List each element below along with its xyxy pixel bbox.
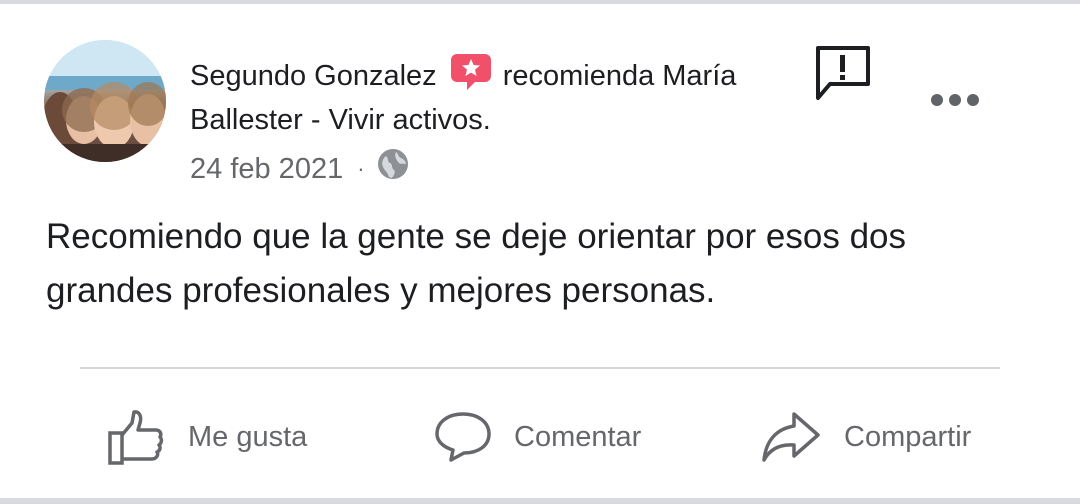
like-label: Me gusta: [188, 420, 308, 453]
like-button[interactable]: Me gusta: [106, 402, 307, 472]
comment-icon: [435, 412, 491, 462]
share-label: Compartir: [844, 420, 972, 453]
thumbs-up-icon: [108, 410, 164, 465]
page-name[interactable]: Ballester - Vivir activos.: [190, 102, 491, 138]
share-button[interactable]: Compartir: [760, 402, 971, 472]
divider: [80, 367, 1000, 369]
bottom-border: [0, 498, 1080, 504]
author-name[interactable]: Segundo Gonzalez: [190, 60, 437, 92]
comment-label: Comentar: [514, 420, 642, 453]
avatar[interactable]: [44, 40, 166, 162]
recommendation-star-icon: [449, 50, 493, 94]
report-icon[interactable]: [812, 42, 874, 104]
post-header-line: Segundo Gonzalez recomienda María: [190, 54, 737, 94]
post-date[interactable]: 24 feb 2021: [190, 151, 343, 187]
meta-separator: ·: [357, 155, 365, 181]
top-border: [0, 0, 1080, 4]
post-body: Recomiendo que la gente se deje orientar…: [46, 217, 906, 310]
action-text: recomienda María: [502, 60, 737, 92]
share-arrow-icon: [762, 412, 820, 462]
comment-button[interactable]: Comentar: [434, 402, 641, 472]
globe-icon: [377, 148, 409, 189]
more-options-icon[interactable]: [930, 90, 980, 110]
post-meta: 24 feb 2021 ·: [190, 148, 409, 189]
